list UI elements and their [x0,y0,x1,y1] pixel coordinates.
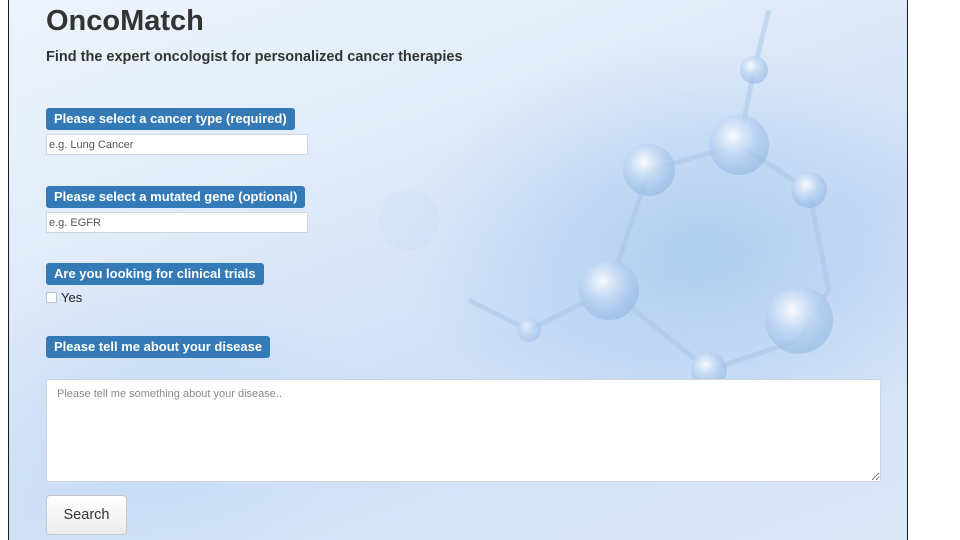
disease-description-textarea[interactable] [46,379,881,482]
disease-label: Please tell me about your disease [46,336,271,358]
cancer-type-input[interactable] [46,134,308,155]
clinical-trials-option[interactable]: Yes [46,290,82,305]
page-subtitle: Find the expert oncologist for personali… [46,49,463,65]
clinical-trials-checkbox[interactable] [46,292,57,303]
clinical-trials-label: Are you looking for clinical trials [46,263,264,285]
search-button[interactable]: Search [46,495,127,535]
clinical-trials-option-label: Yes [61,290,83,305]
page-title: OncoMatch [46,5,204,37]
mutated-gene-label: Please select a mutated gene (optional) [46,186,306,208]
mutated-gene-input[interactable] [46,212,308,233]
cancer-type-label: Please select a cancer type (required) [46,108,295,130]
page-frame: OncoMatch Find the expert oncologist for… [8,0,908,540]
